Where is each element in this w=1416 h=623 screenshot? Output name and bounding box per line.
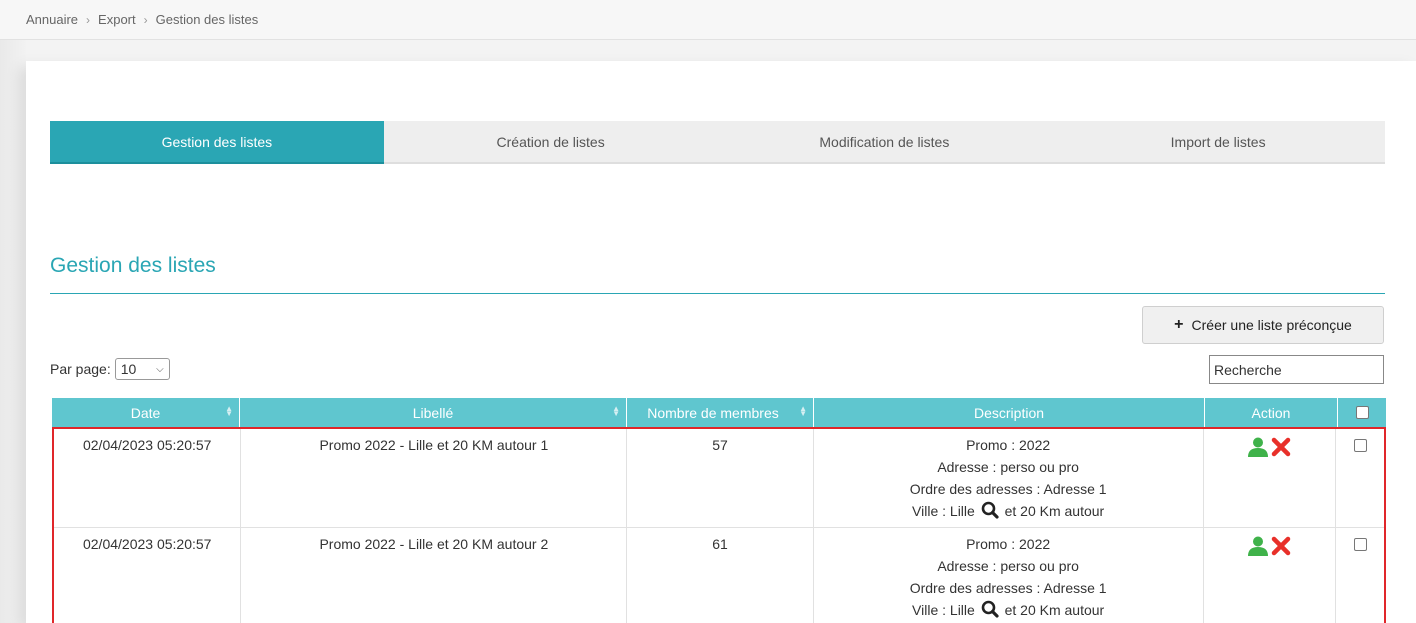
column-header-description: Description xyxy=(814,398,1205,427)
row-checkbox[interactable] xyxy=(1353,538,1367,551)
cell-date: 02/04/2023 05:20:57 xyxy=(54,528,242,623)
action-buttons xyxy=(1204,533,1336,556)
desc-ordre: Ordre des adresses : Adresse 1 xyxy=(909,481,1107,497)
select-all-checkbox[interactable] xyxy=(1355,406,1369,419)
sort-icon: ▲ ▼ xyxy=(612,404,620,418)
table-row: 02/04/2023 05:20:57 Promo 2022 - Lille e… xyxy=(54,528,1384,623)
table-row: 02/04/2023 05:20:57 Promo 2022 - Lille e… xyxy=(54,429,1384,528)
cell-date: 02/04/2023 05:20:57 xyxy=(54,429,242,527)
desc-ordre: Ordre des adresses : Adresse 1 xyxy=(909,580,1107,596)
desc-ville-suffix: et 20 Km autour xyxy=(1004,602,1105,618)
cell-select xyxy=(1336,429,1384,527)
cell-select xyxy=(1336,528,1384,623)
tab-gestion-des-listes[interactable]: Gestion des listes xyxy=(50,121,384,164)
search-input[interactable] xyxy=(1209,355,1384,384)
breadcrumb-annuaire[interactable]: Annuaire xyxy=(26,12,78,27)
desc-promo: Promo : 2022 xyxy=(966,437,1051,453)
sort-icon: ▲ ▼ xyxy=(799,404,807,418)
column-header-libelle-label: Libellé xyxy=(412,404,454,421)
column-header-action: Action xyxy=(1205,398,1338,427)
cell-action xyxy=(1204,429,1337,527)
cell-action xyxy=(1204,528,1337,623)
delete-icon[interactable] xyxy=(1271,536,1291,556)
per-page-select[interactable]: 10 ⌵ xyxy=(114,358,170,380)
cell-nombre: 61 xyxy=(627,528,814,623)
plus-icon: + xyxy=(1174,316,1184,333)
breadcrumb-separator-icon: › xyxy=(86,12,91,27)
desc-ville-prefix: Ville : Lille xyxy=(912,602,975,618)
breadcrumb-current: Gestion des listes xyxy=(155,12,259,27)
desc-ville-suffix: et 20 Km autour xyxy=(1004,503,1105,519)
search-icon[interactable] xyxy=(981,600,999,618)
desc-ville-prefix: Ville : Lille xyxy=(912,503,975,519)
left-background xyxy=(0,40,26,623)
create-preset-list-button[interactable]: + Créer une liste préconçue xyxy=(1142,306,1384,344)
sort-icon: ▲ ▼ xyxy=(225,404,233,418)
column-header-select-all xyxy=(1338,398,1386,427)
desc-adresse: Adresse : perso ou pro xyxy=(937,558,1079,574)
breadcrumb: Annuaire › Export › Gestion des listes xyxy=(0,0,1416,40)
column-header-date[interactable]: Date ▲ ▼ xyxy=(52,398,240,427)
table-header: Date ▲ ▼ Libellé ▲ ▼ Nombre de membres ▲ ▼ … xyxy=(52,398,1386,427)
main-card: Gestion des listes Création de listes Mo… xyxy=(26,61,1416,623)
column-header-nombre-label: Nombre de membres xyxy=(647,404,779,421)
delete-icon[interactable] xyxy=(1271,437,1291,457)
tab-modification-de-listes[interactable]: Modification de listes xyxy=(718,121,1052,162)
cell-nombre: 57 xyxy=(627,429,814,527)
row-checkbox[interactable] xyxy=(1353,439,1367,452)
desc-adresse: Adresse : perso ou pro xyxy=(937,459,1079,475)
column-header-description-label: Description xyxy=(973,404,1045,421)
column-header-libelle[interactable]: Libellé ▲ ▼ xyxy=(240,398,627,427)
section-divider xyxy=(50,293,1385,294)
highlighted-rows: 02/04/2023 05:20:57 Promo 2022 - Lille e… xyxy=(52,427,1386,623)
column-header-date-label: Date xyxy=(130,404,161,421)
cell-libelle: Promo 2022 - Lille et 20 KM autour 2 xyxy=(241,528,628,623)
cell-libelle: Promo 2022 - Lille et 20 KM autour 1 xyxy=(241,429,628,527)
tab-creation-de-listes[interactable]: Création de listes xyxy=(384,121,718,162)
user-icon[interactable] xyxy=(1247,536,1269,556)
user-icon[interactable] xyxy=(1247,437,1269,457)
column-header-nombre[interactable]: Nombre de membres ▲ ▼ xyxy=(627,398,814,427)
cell-description: Promo : 2022 Adresse : perso ou pro Ordr… xyxy=(814,528,1204,623)
create-preset-list-label: Créer une liste préconçue xyxy=(1191,317,1352,333)
section-title: Gestion des listes xyxy=(50,254,216,277)
per-page-value: 10 xyxy=(120,361,137,377)
per-page-control: Par page: 10 ⌵ xyxy=(50,358,170,380)
chevron-down-icon: ⌵ xyxy=(156,363,164,375)
desc-ville: Ville : Lille et 20 Km autour xyxy=(814,500,1203,522)
breadcrumb-separator-icon: › xyxy=(143,12,148,27)
desc-ville: Ville : Lille et 20 Km autour xyxy=(814,599,1203,621)
desc-promo: Promo : 2022 xyxy=(966,536,1051,552)
cell-description: Promo : 2022 Adresse : perso ou pro Ordr… xyxy=(814,429,1204,527)
column-header-action-label: Action xyxy=(1251,404,1291,421)
search-icon[interactable] xyxy=(981,501,999,519)
lists-table: Date ▲ ▼ Libellé ▲ ▼ Nombre de membres ▲ ▼ … xyxy=(52,398,1386,623)
action-buttons xyxy=(1204,434,1336,457)
tab-import-de-listes[interactable]: Import de listes xyxy=(1051,121,1385,162)
breadcrumb-export[interactable]: Export xyxy=(98,12,136,27)
per-page-label: Par page: xyxy=(50,361,111,377)
tab-bar: Gestion des listes Création de listes Mo… xyxy=(50,121,1385,164)
